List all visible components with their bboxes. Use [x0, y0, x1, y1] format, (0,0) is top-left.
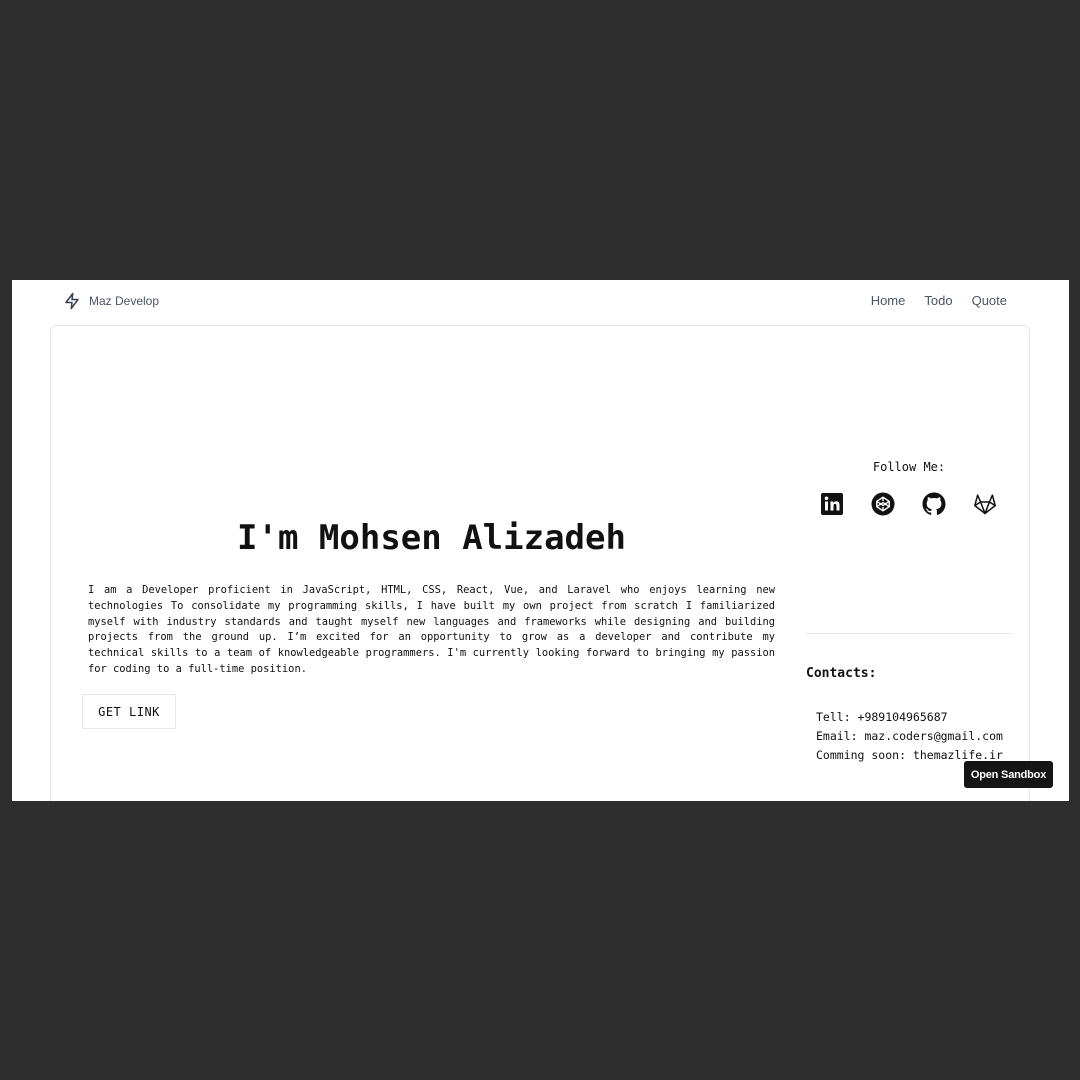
contacts-title: Contacts:	[806, 666, 877, 681]
lightning-icon	[65, 292, 79, 310]
brand[interactable]: Maz Develop	[63, 292, 159, 310]
hero-title: I'm Mohsen Alizadeh	[237, 518, 626, 558]
open-sandbox-button[interactable]: Open Sandbox	[964, 761, 1053, 788]
contact-tell: Tell: +989104965687	[816, 710, 948, 724]
nav-links: Home Todo Quote	[871, 293, 1007, 308]
nav-link-todo[interactable]: Todo	[924, 293, 952, 308]
contacts-divider	[806, 633, 1012, 634]
brand-name: Maz Develop	[89, 294, 160, 308]
nav-link-home[interactable]: Home	[871, 293, 906, 308]
nav-link-quote[interactable]: Quote	[972, 293, 1007, 308]
gitlab-icon[interactable]	[973, 492, 997, 516]
page-frame: Maz Develop Home Todo Quote I'm Mohsen A…	[12, 280, 1069, 801]
navbar: Maz Develop Home Todo Quote	[12, 280, 1069, 324]
contacts-list: Tell: +989104965687 Email: maz.coders@gm…	[816, 708, 1003, 765]
follow-title: Follow Me:	[872, 460, 946, 474]
github-icon[interactable]	[922, 492, 946, 516]
social-links	[820, 492, 997, 516]
linkedin-icon[interactable]	[820, 492, 844, 516]
contact-email: Email: maz.coders@gmail.com	[816, 729, 1003, 743]
hero-description: I am a Developer proficient in JavaScrip…	[88, 584, 775, 675]
codepen-icon[interactable]	[871, 492, 895, 516]
get-link-button[interactable]: GET LINK	[82, 694, 176, 729]
